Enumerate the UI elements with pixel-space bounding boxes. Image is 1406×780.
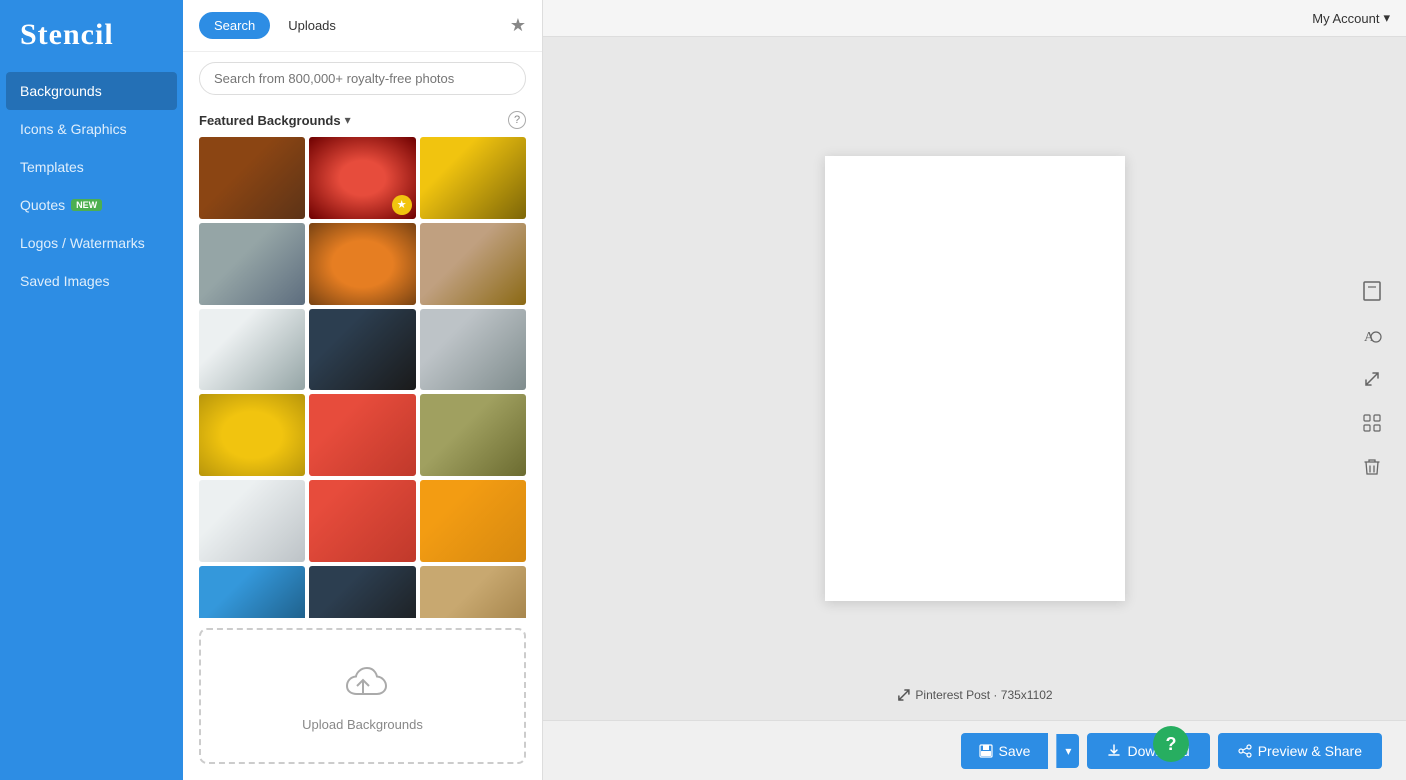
sidebar-item-quotes[interactable]: Quotes NEW <box>0 186 183 224</box>
featured-header: Featured Backgrounds ▾ ? <box>183 105 542 137</box>
share-icon <box>1238 744 1252 758</box>
save-button[interactable]: Save <box>961 733 1049 769</box>
tab-uploads[interactable]: Uploads <box>278 13 346 38</box>
image-grid-container: ★ <box>183 137 542 618</box>
list-item[interactable] <box>309 480 415 562</box>
sidebar-item-label: Logos / Watermarks <box>20 235 145 251</box>
list-item[interactable] <box>420 223 526 305</box>
list-item[interactable] <box>420 480 526 562</box>
download-icon <box>1107 744 1121 758</box>
canvas-area: My Account ▾ Pinterest Post · 735x1102 A <box>543 0 1406 780</box>
new-badge: NEW <box>71 199 102 211</box>
tab-search[interactable]: Search <box>199 12 270 39</box>
save-label: Save <box>999 743 1031 759</box>
sidebar-item-templates[interactable]: Templates <box>0 148 183 186</box>
help-icon[interactable]: ? <box>508 111 526 129</box>
bottom-bar: ? Save ▾ Download Preview & Share <box>543 720 1406 780</box>
canvas-header: My Account ▾ <box>543 0 1406 37</box>
download-button[interactable]: Download <box>1087 733 1209 769</box>
save-dropdown-button[interactable]: ▾ <box>1056 734 1079 768</box>
image-grid: ★ <box>199 137 526 618</box>
preview-share-button[interactable]: Preview & Share <box>1218 733 1382 769</box>
resize-icon <box>896 688 910 702</box>
sidebar-item-logos-watermarks[interactable]: Logos / Watermarks <box>0 224 183 262</box>
trash-icon[interactable] <box>1358 453 1386 481</box>
search-input[interactable] <box>199 62 526 95</box>
featured-label: Featured Backgrounds <box>199 113 341 128</box>
text-icon[interactable]: A <box>1358 321 1386 349</box>
search-bar <box>183 52 542 105</box>
sidebar-item-icons-graphics[interactable]: Icons & Graphics <box>0 110 183 148</box>
list-item[interactable] <box>199 480 305 562</box>
upload-label: Upload Backgrounds <box>221 717 504 732</box>
list-item[interactable] <box>199 394 305 476</box>
list-item[interactable] <box>199 223 305 305</box>
account-button[interactable]: My Account ▾ <box>1312 10 1390 26</box>
list-item[interactable] <box>309 223 415 305</box>
new-canvas-icon[interactable] <box>1358 277 1386 305</box>
resize-icon[interactable] <box>1358 365 1386 393</box>
list-item[interactable] <box>199 137 305 219</box>
list-item[interactable] <box>420 394 526 476</box>
canvas-wrapper: Pinterest Post · 735x1102 A <box>543 37 1406 720</box>
logo: Stencil <box>20 18 163 52</box>
list-item[interactable] <box>199 566 305 618</box>
canvas-size-label: Pinterest Post · 735x1102 <box>896 688 1052 702</box>
logo-area: Stencil <box>0 0 183 72</box>
canvas-board[interactable] <box>825 156 1125 601</box>
upload-section[interactable]: Upload Backgrounds <box>199 628 526 764</box>
help-fab[interactable]: ? <box>1153 726 1189 762</box>
right-toolbar: A <box>1358 277 1386 481</box>
list-item[interactable] <box>420 566 526 618</box>
sidebar-item-backgrounds[interactable]: Backgrounds <box>6 72 177 110</box>
grid-icon[interactable] <box>1358 409 1386 437</box>
list-item[interactable] <box>420 137 526 219</box>
list-item[interactable]: ★ <box>309 137 415 219</box>
panel: Search Uploads ★ Featured Backgrounds ▾ … <box>183 0 543 780</box>
sidebar-item-label: Quotes <box>20 197 65 213</box>
list-item[interactable] <box>309 309 415 391</box>
list-item[interactable] <box>199 309 305 391</box>
sidebar-item-label: Backgrounds <box>20 83 102 99</box>
list-item[interactable] <box>420 309 526 391</box>
upload-cloud-icon <box>221 660 504 709</box>
chevron-down-icon: ▾ <box>1383 10 1390 26</box>
preview-label: Preview & Share <box>1258 743 1362 759</box>
sidebar: Stencil Backgrounds Icons & Graphics Tem… <box>0 0 183 780</box>
sidebar-item-label: Icons & Graphics <box>20 121 127 137</box>
save-icon <box>979 744 993 758</box>
sidebar-item-label: Saved Images <box>20 273 110 289</box>
chevron-down-icon[interactable]: ▾ <box>345 113 351 127</box>
list-item[interactable] <box>309 566 415 618</box>
sidebar-item-label: Templates <box>20 159 84 175</box>
sidebar-item-saved-images[interactable]: Saved Images <box>0 262 183 300</box>
star-badge: ★ <box>392 195 412 215</box>
panel-header: Search Uploads ★ <box>183 0 542 52</box>
favorites-icon[interactable]: ★ <box>510 15 526 36</box>
account-label: My Account <box>1312 11 1379 26</box>
list-item[interactable] <box>309 394 415 476</box>
